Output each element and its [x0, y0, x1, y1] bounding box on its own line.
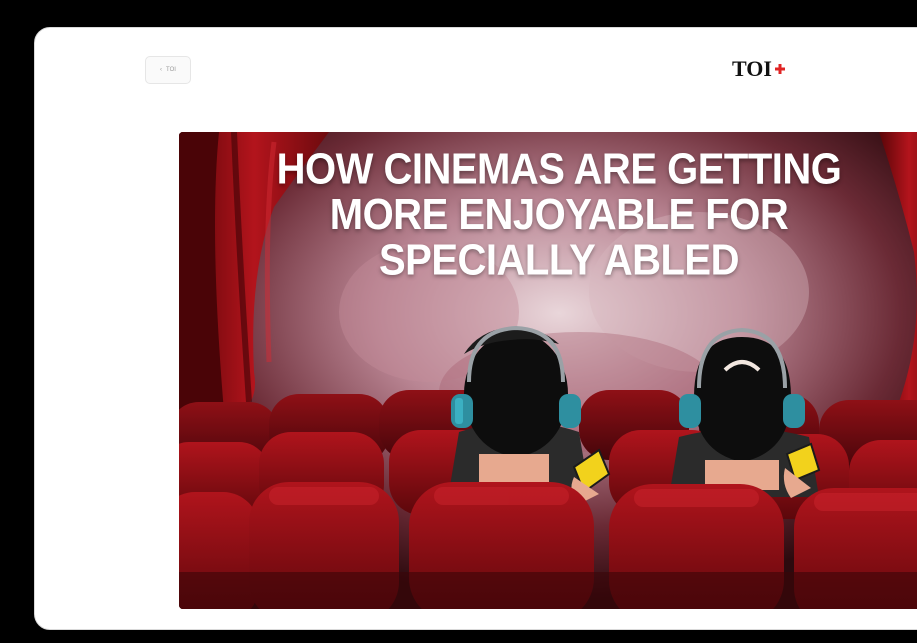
hero-image[interactable]: HOW CINEMAS ARE GETTING MORE ENJOYABLE F… [179, 132, 917, 609]
headline-line-3: SPECIALLY ABLED [379, 236, 739, 285]
logo-text: TOI [732, 56, 772, 81]
hero-headline: HOW CINEMAS ARE GETTING MORE ENJOYABLE F… [179, 147, 917, 283]
content-card: ‹ TOI TOI HOW CINEMAS ARE GETTING MORE E… [34, 27, 917, 630]
headline-line-2: MORE ENJOYABLE FOR [329, 191, 789, 239]
toi-logo: TOI [732, 56, 785, 82]
back-button-label: TOI [166, 67, 176, 73]
headline-line-1: HOW CINEMAS ARE GETTING [276, 145, 842, 194]
red-plus-icon [774, 64, 785, 74]
chevron-left-icon: ‹ [160, 67, 163, 73]
back-button[interactable]: ‹ TOI [145, 56, 191, 84]
